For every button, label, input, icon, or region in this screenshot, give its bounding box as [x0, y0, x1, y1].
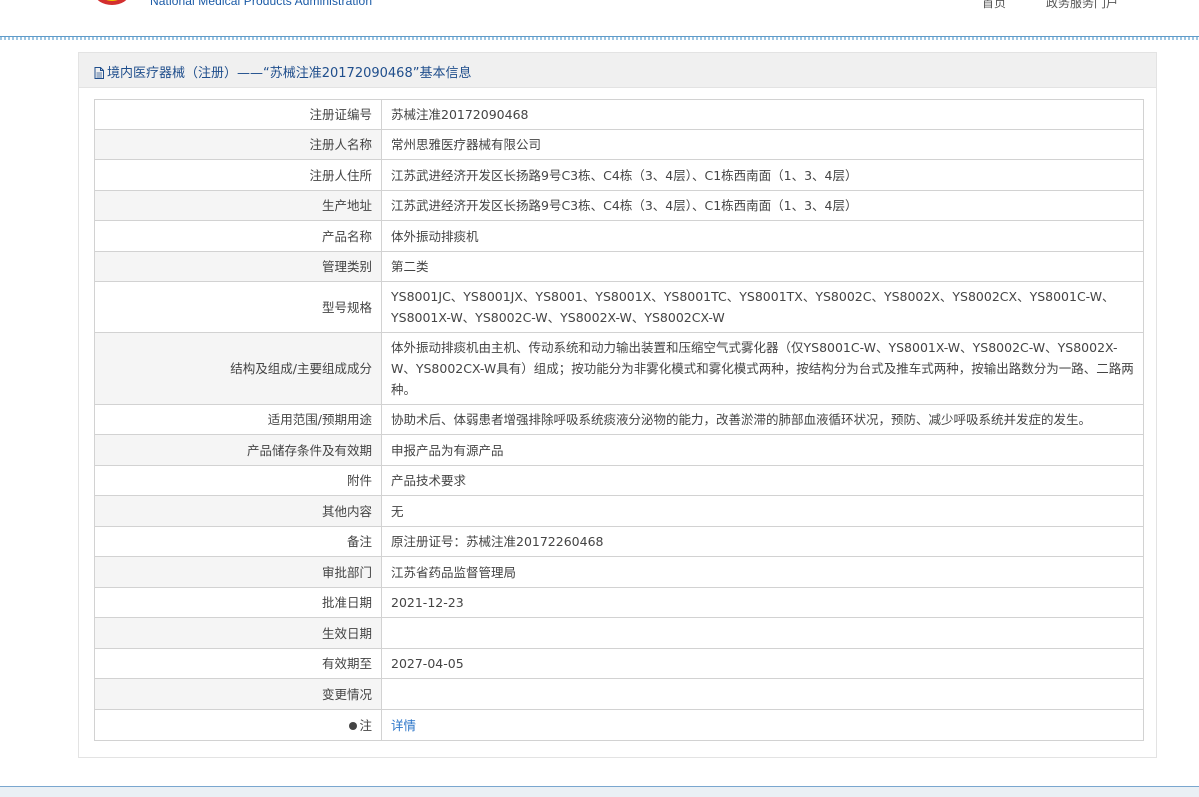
field-label: 其他内容 [94, 495, 382, 527]
table-row: 其他内容无 [94, 495, 1144, 527]
nav-home-link[interactable]: 首页 [982, 0, 1006, 11]
detail-panel: 境内医疗器械（注册）——“苏械注准20172090468”基本信息 注册证编号苏… [78, 52, 1157, 758]
field-label: 管理类别 [94, 251, 382, 282]
header-divider [0, 36, 1199, 40]
field-label: 注册人名称 [94, 129, 382, 160]
note-row: 注 详情 [94, 709, 1144, 741]
emblem-logo-icon [94, 0, 130, 7]
field-label: 产品储存条件及有效期 [94, 434, 382, 466]
field-label: 有效期至 [94, 648, 382, 679]
field-value: 第二类 [381, 251, 1144, 282]
field-value: 协助术后、体弱患者增强排除呼吸系统痰液分泌物的能力，改善淤滞的肺部血液循环状况，… [381, 404, 1144, 435]
table-row: 结构及组成/主要组成成分 体外振动排痰机由主机、传动系统和动力输出装置和压缩空气式… [94, 332, 1144, 405]
table-row: 备注 原注册证号：苏械注准20172260468 [94, 526, 1144, 557]
field-value: 常州思雅医疗器械有限公司 [381, 129, 1144, 160]
field-label: 批准日期 [94, 587, 382, 618]
field-value: 体外振动排痰机由主机、传动系统和动力输出装置和压缩空气式雾化器（仅YS8001C… [381, 332, 1144, 405]
table-row: 附件 产品技术要求 [94, 465, 1144, 496]
details-link[interactable]: 详情 [391, 718, 416, 733]
field-label: 备注 [94, 526, 382, 557]
field-label: 结构及组成/主要组成成分 [94, 332, 382, 405]
field-value: 2021-12-23 [381, 587, 1144, 618]
field-value: 苏械注准20172090468 [381, 99, 1144, 130]
table-row: 管理类别 第二类 [94, 251, 1144, 282]
table-row: 注册人住所 江苏武进经济开发区长扬路9号C3栋、C4栋（3、4层）、C1栋西南面（… [94, 159, 1144, 191]
panel-header: 境内医疗器械（注册）——“苏械注准20172090468”基本信息 [79, 53, 1156, 88]
field-value: 无 [381, 495, 1144, 527]
field-label: 附件 [94, 465, 382, 496]
field-label: 产品名称 [94, 220, 382, 252]
table-row: 生效日期 [94, 617, 1144, 649]
nav-service-link[interactable]: 政务服务门户 [1046, 0, 1118, 11]
field-value: 江苏武进经济开发区长扬路9号C3栋、C4栋（3、4层）、C1栋西南面（1、3、4… [381, 190, 1144, 221]
field-value: 原注册证号：苏械注准20172260468 [381, 526, 1144, 557]
table-row: 批准日期 2021-12-23 [94, 587, 1144, 618]
field-value: 申报产品为有源产品 [381, 434, 1144, 466]
table-row: 审批部门 江苏省药品监督管理局 [94, 556, 1144, 588]
field-value: YS8001JC、YS8001JX、YS8001、YS8001X、YS8001T… [381, 281, 1144, 333]
field-value: 江苏省药品监督管理局 [381, 556, 1144, 588]
note-label: 注 [359, 717, 372, 733]
site-header: National Medical Products Administration… [0, 0, 1199, 36]
document-icon [94, 67, 104, 83]
field-label: 生产地址 [94, 190, 382, 221]
table-row: 产品储存条件及有效期 申报产品为有源产品 [94, 434, 1144, 466]
table-row: 变更情况 [94, 678, 1144, 710]
panel-title: 境内医疗器械（注册）——“苏械注准20172090468”基本信息 [94, 62, 471, 83]
page-footer [0, 786, 1199, 797]
detail-table: 注册证编号 苏械注准20172090468 注册人名称 常州思雅医疗器械有限公司 注册人… [94, 99, 1144, 741]
field-value: 产品技术要求 [381, 465, 1144, 496]
field-label: 注册人住所 [94, 159, 382, 191]
field-label: 审批部门 [94, 556, 382, 588]
bullet-icon [349, 721, 358, 730]
table-row: 注册证编号 苏械注准20172090468 [94, 99, 1144, 130]
panel-title-text: 境内医疗器械（注册）——“苏械注准20172090468”基本信息 [107, 66, 472, 81]
field-label: 注册证编号 [94, 99, 382, 130]
table-row: 型号规格 YS8001JC、YS8001JX、YS8001、YS8001X、YS8… [94, 281, 1144, 333]
note-value-cell: 详情 [381, 709, 1144, 741]
field-value [381, 617, 1144, 649]
table-row: 生产地址 江苏武进经济开发区长扬路9号C3栋、C4栋（3、4层）、C1栋西南面（1… [94, 190, 1144, 221]
field-value [381, 678, 1144, 710]
field-label: 适用范围/预期用途 [94, 404, 382, 435]
agency-english-name: National Medical Products Administration [150, 0, 373, 8]
note-label-cell: 注 [94, 709, 382, 741]
field-value: 2027-04-05 [381, 648, 1144, 679]
table-row: 产品名称 体外振动排痰机 [94, 220, 1144, 252]
field-value: 体外振动排痰机 [381, 220, 1144, 252]
field-label: 变更情况 [94, 678, 382, 710]
table-row: 有效期至 2027-04-05 [94, 648, 1144, 679]
field-value: 江苏武进经济开发区长扬路9号C3栋、C4栋（3、4层）、C1栋西南面（1、3、4… [381, 159, 1144, 191]
field-label: 型号规格 [94, 281, 382, 333]
field-label: 生效日期 [94, 617, 382, 649]
table-row: 注册人名称 常州思雅医疗器械有限公司 [94, 129, 1144, 160]
table-row: 适用范围/预期用途 协助术后、体弱患者增强排除呼吸系统痰液分泌物的能力，改善淤滞的… [94, 404, 1144, 435]
